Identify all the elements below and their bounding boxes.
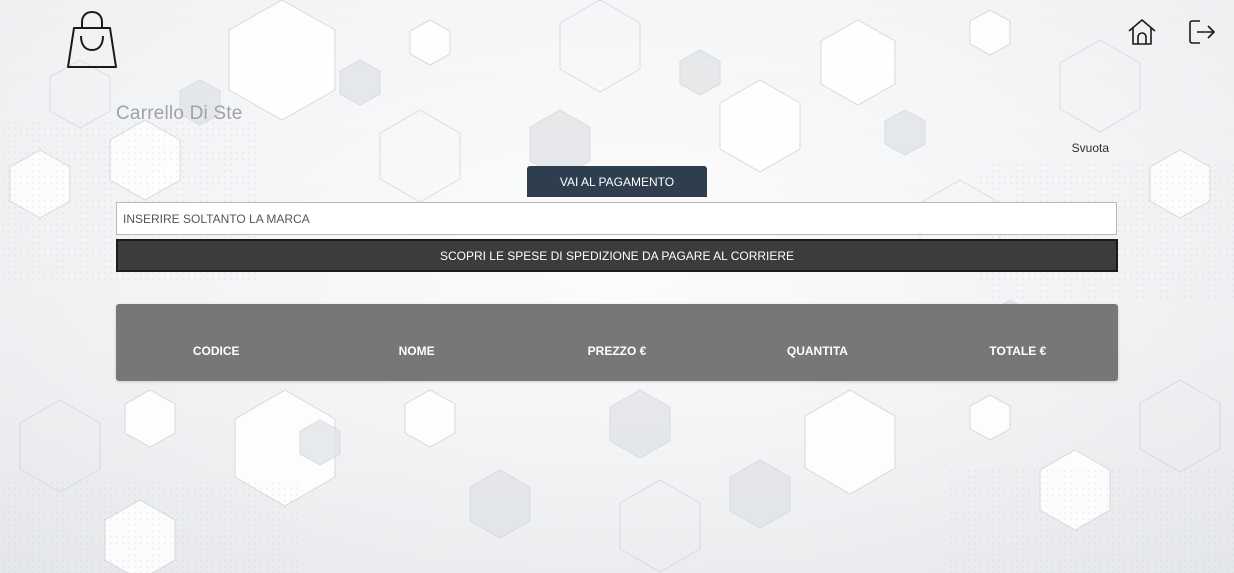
brand-input[interactable] [116,202,1117,235]
column-header-codice: CODICE [192,344,240,358]
page-title: Carrello Di Ste [116,103,243,124]
home-icon[interactable] [1126,16,1158,48]
shopping-bag-icon[interactable] [64,10,120,72]
page-content: Carrello Di Ste Svuota VAI AL PAGAMENTO … [0,0,1234,573]
column-header-quantita: QUANTITA [786,344,848,358]
column-header-totale: TOTALE € [989,344,1047,358]
shipping-cost-button[interactable]: SCOPRI LE SPESE DI SPEDIZIONE DA PAGARE … [116,239,1118,272]
logout-icon[interactable] [1186,16,1218,48]
cart-table-header: CODICE NOME PREZZO € QUANTITA TOTALE € [116,304,1118,381]
empty-cart-link[interactable]: Svuota [1072,141,1109,155]
column-header-prezzo: PREZZO € [587,344,647,358]
column-header-nome: NOME [398,344,435,358]
checkout-button[interactable]: VAI AL PAGAMENTO [527,166,707,197]
